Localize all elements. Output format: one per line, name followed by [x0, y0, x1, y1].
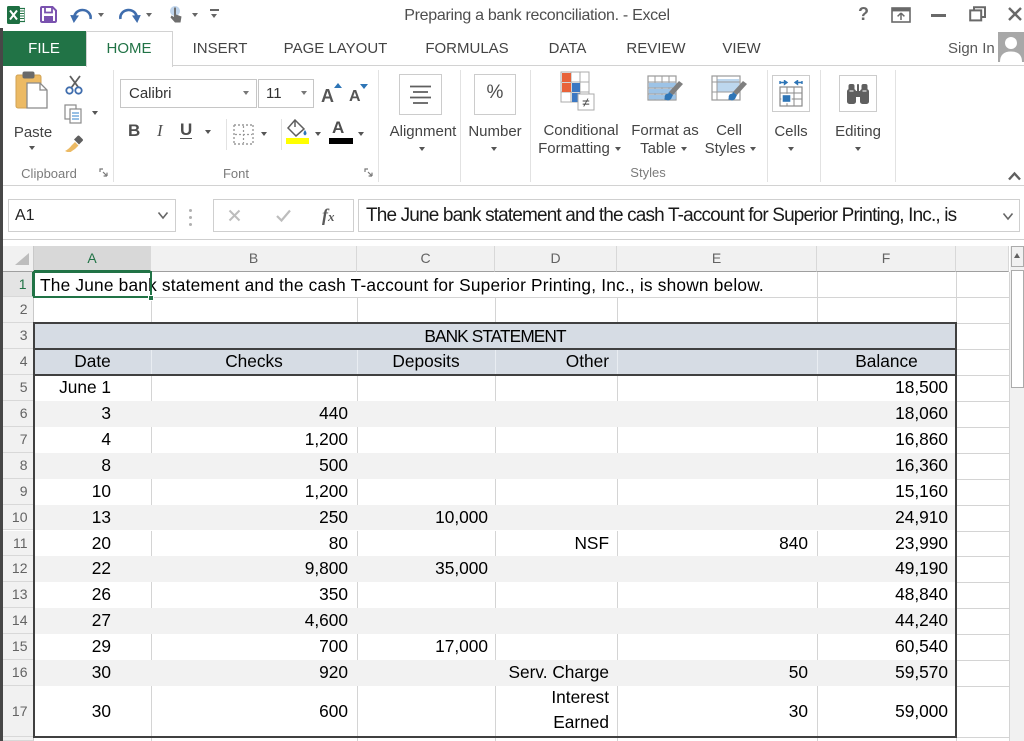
svg-text:≠: ≠ [582, 95, 589, 110]
